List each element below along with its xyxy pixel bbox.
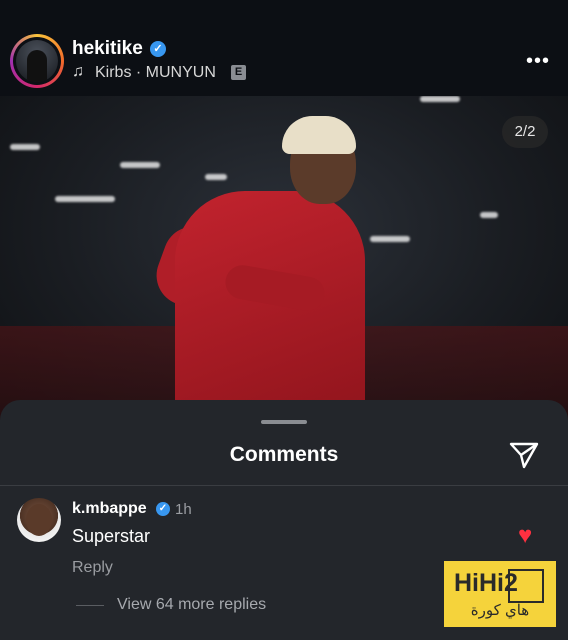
more-options-icon[interactable]: •••	[526, 50, 550, 73]
comment-time: 1h	[175, 501, 192, 518]
verified-badge-icon: ✓	[150, 41, 166, 57]
watermark-logo: HiHi2 هاي كورة	[444, 561, 556, 627]
comment-avatar[interactable]	[17, 498, 61, 542]
music-note-icon: ♫	[72, 63, 84, 80]
heart-filled-icon[interactable]: ♥	[518, 524, 532, 548]
post-header: hekitike ✓ ♫ Kirbs · MUNYUN E •••	[0, 0, 568, 96]
reply-button[interactable]: Reply	[72, 559, 113, 577]
comment-username[interactable]: k.mbappe	[72, 500, 147, 518]
watermark-latin: HiHi2	[454, 569, 518, 597]
view-more-replies-button[interactable]: View 64 more replies	[117, 596, 266, 614]
comments-title: Comments	[229, 443, 339, 466]
story-avatar[interactable]	[10, 34, 64, 88]
sheet-drag-handle[interactable]	[261, 420, 307, 424]
send-icon[interactable]	[508, 440, 540, 470]
explicit-badge: E	[231, 65, 246, 80]
comment-text: Superstar	[72, 526, 151, 546]
music-track[interactable]: Kirbs · MUNYUN	[95, 64, 216, 82]
replies-line	[76, 605, 104, 606]
post-username[interactable]: hekitike	[72, 38, 143, 60]
profile-picture	[16, 40, 58, 82]
watermark-arabic: هاي كورة	[470, 602, 530, 619]
post-photo[interactable]	[0, 96, 568, 426]
divider	[0, 485, 568, 486]
verified-badge-icon: ✓	[156, 502, 170, 516]
image-counter: 2/2	[502, 116, 548, 148]
player-shirt	[175, 191, 365, 426]
